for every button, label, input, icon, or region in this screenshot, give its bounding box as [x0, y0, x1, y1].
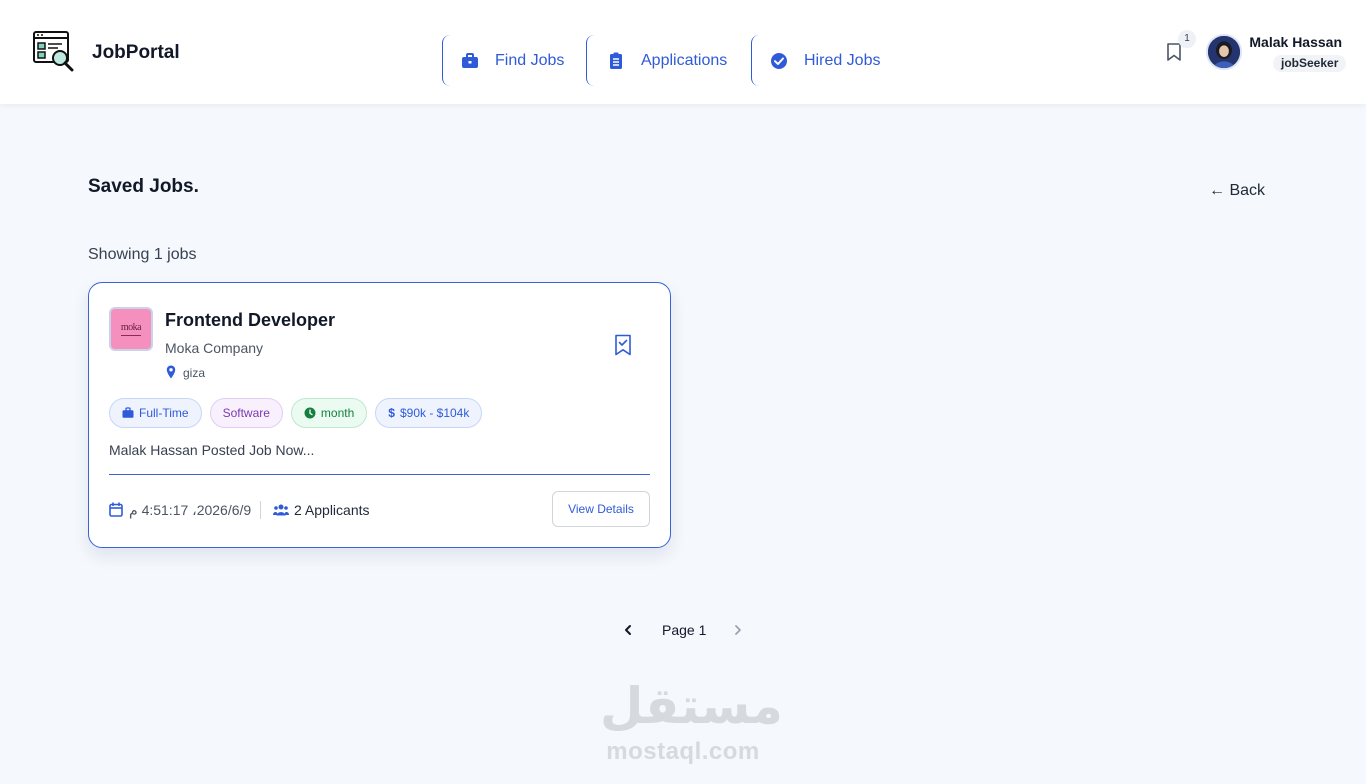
calendar-icon — [109, 502, 123, 517]
job-type-tag: Full-Time — [109, 398, 202, 428]
dollar-icon: $ — [388, 406, 395, 420]
view-details-button[interactable]: View Details — [552, 491, 650, 527]
company-logo-wordmark: moka — [120, 322, 142, 333]
main-nav: Find Jobs Applications Hired Jobs — [442, 35, 901, 86]
chevron-left-icon[interactable] — [621, 622, 635, 638]
user-role-badge: jobSeeker — [1273, 55, 1347, 72]
job-title[interactable]: Frontend Developer — [165, 310, 335, 331]
bookmark-check-icon[interactable] — [614, 334, 632, 356]
job-type-label: Full-Time — [139, 406, 189, 420]
user-name[interactable]: Malak Hassan — [1249, 34, 1342, 50]
briefcase-icon — [122, 407, 134, 418]
salary-tag: $ $90k - $104k — [375, 398, 483, 428]
nav-applications-label: Applications — [641, 51, 728, 69]
nav-hired-jobs[interactable]: Hired Jobs — [751, 35, 901, 86]
job-description: Malak Hassan Posted Job Now... — [109, 442, 315, 458]
category-tag: Software — [209, 398, 283, 428]
job-location: giza — [183, 366, 206, 380]
posted-date: 2026/6/9، 4:51:17 م — [129, 502, 252, 518]
users-icon — [273, 504, 289, 516]
top-navigation-bar: JobPortal Find Jobs Applications Hired J… — [0, 0, 1366, 104]
nav-find-jobs-label: Find Jobs — [495, 51, 565, 69]
nav-hired-jobs-label: Hired Jobs — [804, 51, 881, 69]
check-circle-icon — [771, 52, 787, 69]
job-search-logo-icon[interactable] — [32, 30, 76, 74]
company-logo: moka — [109, 307, 153, 351]
page-title: Saved Jobs. — [88, 176, 199, 197]
company-name: Moka Company — [165, 340, 264, 356]
clipboard-icon — [610, 52, 622, 69]
company-logo-rule — [121, 335, 141, 336]
nav-find-jobs[interactable]: Find Jobs — [442, 35, 586, 86]
user-photo-icon — [1208, 36, 1240, 68]
job-card[interactable]: moka Frontend Developer Moka Company giz… — [88, 282, 671, 548]
salary-period-tag: month — [290, 398, 368, 428]
saved-count-badge: 1 — [1178, 30, 1196, 48]
user-avatar[interactable] — [1206, 34, 1242, 70]
nav-applications[interactable]: Applications — [586, 35, 751, 86]
watermark-latin: mostaql.com — [606, 738, 760, 765]
applicants-count: 2 Applicants — [294, 502, 370, 518]
results-count: Showing 1 jobs — [88, 246, 197, 263]
job-tags: Full-Time Software month $ $90k - $104k — [109, 398, 483, 428]
page-indicator: Page 1 — [662, 622, 707, 638]
brand-name[interactable]: JobPortal — [92, 42, 180, 64]
salary-period-label: month — [320, 406, 355, 420]
footer-separator — [260, 501, 261, 519]
chevron-right-icon[interactable] — [731, 622, 745, 638]
card-divider — [109, 474, 650, 475]
briefcase-icon — [462, 52, 478, 68]
back-link[interactable]: ← Back — [1209, 182, 1265, 200]
map-pin-icon — [166, 365, 176, 379]
clock-icon — [304, 407, 316, 419]
watermark-arabic: مستقل — [600, 678, 783, 734]
category-label: Software — [222, 406, 270, 420]
salary-range-label: $90k - $104k — [399, 406, 470, 420]
